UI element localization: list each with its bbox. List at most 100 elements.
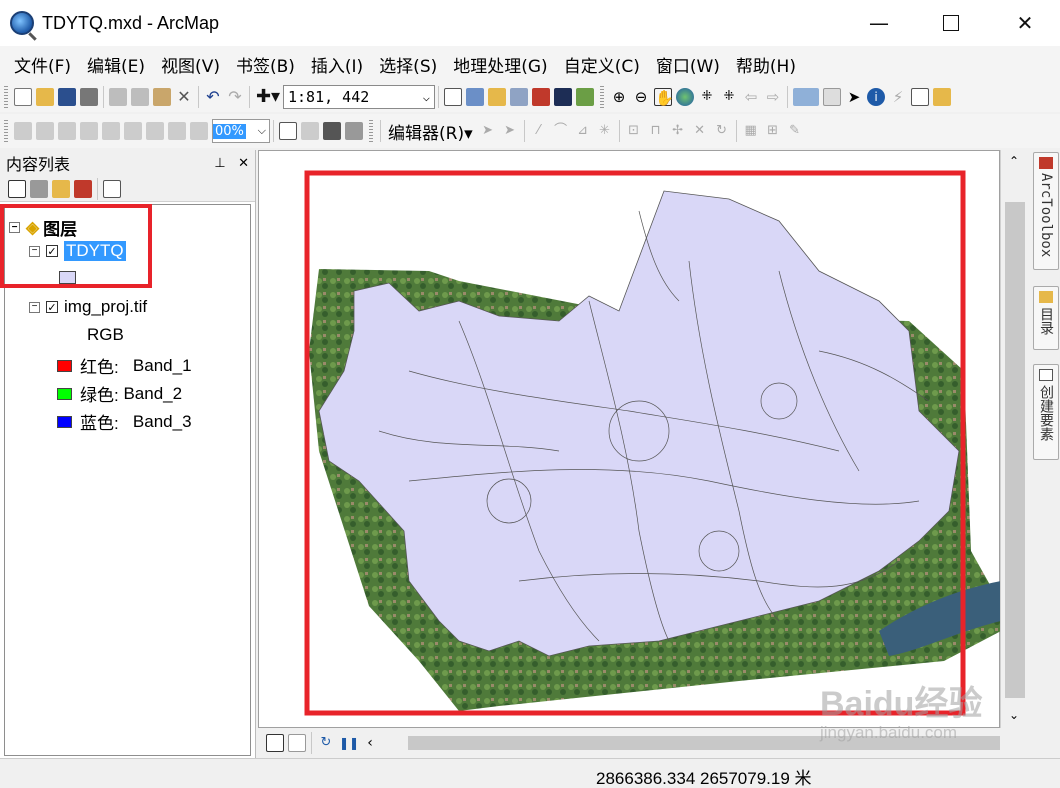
edit-tool-icon[interactable]: ➤: [479, 122, 497, 140]
select-features-icon[interactable]: [793, 88, 819, 106]
band-red-row[interactable]: 红色: Band_1: [57, 353, 192, 378]
menu-windows[interactable]: 窗口(W): [648, 52, 728, 77]
vertical-scroll-thumb[interactable]: [1005, 202, 1025, 698]
trace-icon[interactable]: ⊿: [574, 122, 592, 140]
change-layout-icon[interactable]: [323, 122, 341, 140]
split-tool-icon[interactable]: ✕: [691, 122, 709, 140]
delete-icon[interactable]: ✕: [175, 88, 193, 106]
cut-icon[interactable]: [109, 88, 127, 106]
zoom-percent-combo[interactable]: 00% ⌵: [212, 119, 270, 143]
menu-customize[interactable]: 自定义(C): [556, 52, 648, 77]
forward-arrow-icon[interactable]: ⇨: [764, 88, 782, 106]
list-by-visibility-icon[interactable]: [52, 179, 70, 198]
menu-geoprocessing[interactable]: 地理处理(G): [445, 52, 555, 77]
zoom-whole-page-icon[interactable]: [80, 122, 98, 140]
layout-zoom-out-icon[interactable]: [36, 122, 54, 140]
create-features-icon[interactable]: ✎: [786, 122, 804, 140]
list-by-selection-icon[interactable]: [74, 179, 92, 198]
scroll-down-icon[interactable]: ⌄: [1009, 708, 1019, 722]
edit-vertices-icon[interactable]: ⊡: [625, 122, 643, 140]
print-icon[interactable]: [80, 88, 98, 106]
layout-zoom-in-icon[interactable]: [14, 122, 32, 140]
menu-file[interactable]: 文件(F): [6, 52, 79, 77]
fixed-zoom-out-icon[interactable]: ⁜: [720, 88, 738, 106]
refresh-icon[interactable]: ↻: [317, 734, 335, 752]
layout-forward-icon[interactable]: [190, 122, 208, 140]
fixed-layout-zoom-in-icon[interactable]: [124, 122, 142, 140]
open-folder-icon[interactable]: [36, 88, 54, 106]
scroll-left-icon[interactable]: ‹: [361, 734, 379, 752]
map-vertical-scrollbar[interactable]: ⌃ ⌄: [1000, 150, 1028, 728]
fixed-layout-zoom-out-icon[interactable]: [146, 122, 164, 140]
sketch-properties-icon[interactable]: ⊞: [764, 122, 782, 140]
reshape-feature-icon[interactable]: ⊓: [647, 122, 665, 140]
zoom-out-icon[interactable]: ⊖: [632, 88, 650, 106]
search-window-icon[interactable]: [510, 88, 528, 106]
arctoolbox-icon[interactable]: [532, 88, 550, 106]
toolbar-grip[interactable]: [4, 86, 8, 108]
cut-polygons-icon[interactable]: ✢: [669, 122, 687, 140]
map-display[interactable]: [258, 150, 1001, 729]
scroll-up-icon[interactable]: ⌃: [1009, 154, 1019, 168]
menu-view[interactable]: 视图(V): [153, 52, 228, 77]
list-by-source-icon[interactable]: [30, 179, 48, 198]
minimize-button[interactable]: —: [856, 0, 902, 46]
fixed-zoom-in-icon[interactable]: ⁜: [698, 88, 716, 106]
layout-view-icon[interactable]: [288, 734, 306, 752]
attributes-icon[interactable]: ▦: [742, 122, 760, 140]
straight-segment-icon[interactable]: ⁄: [530, 122, 548, 140]
band-green-row[interactable]: 绿色: Band_2: [57, 381, 182, 406]
catalog-window-icon[interactable]: [488, 88, 506, 106]
data-driven-pages-icon[interactable]: [345, 122, 363, 140]
focus-data-frame-icon[interactable]: [301, 122, 319, 140]
zoom-in-icon[interactable]: ⊕: [610, 88, 628, 106]
edit-annotation-icon[interactable]: ➤: [501, 122, 519, 140]
layer-visibility-checkbox[interactable]: ✓: [46, 301, 58, 314]
menu-edit[interactable]: 编辑(E): [79, 52, 153, 77]
select-elements-arrow-icon[interactable]: ➤: [845, 88, 863, 106]
list-by-drawing-order-icon[interactable]: [8, 179, 26, 198]
toc-close-icon[interactable]: ✕: [238, 156, 249, 171]
table-of-contents-icon[interactable]: [466, 88, 484, 106]
layer-img-proj[interactable]: − ✓ img_proj.tif: [29, 297, 147, 317]
menu-bookmarks[interactable]: 书签(B): [228, 52, 303, 77]
data-view-icon[interactable]: [266, 734, 284, 752]
rotate-tool-icon[interactable]: ↻: [713, 122, 731, 140]
zoom-100-icon[interactable]: [102, 122, 120, 140]
catalog-tab[interactable]: 目录: [1033, 286, 1059, 350]
menu-help[interactable]: 帮助(H): [728, 52, 804, 77]
layout-pan-icon[interactable]: [58, 122, 76, 140]
full-extent-globe-icon[interactable]: [676, 88, 694, 106]
band-blue-row[interactable]: 蓝色: Band_3: [57, 409, 192, 434]
map-canvas[interactable]: [259, 151, 1001, 729]
menu-selection[interactable]: 选择(S): [371, 52, 445, 77]
editor-menu[interactable]: 编辑器(R)▾: [388, 119, 473, 144]
hyperlink-icon[interactable]: ⚡: [889, 88, 907, 106]
add-data-icon[interactable]: ✚▾: [255, 88, 281, 106]
new-document-icon[interactable]: [14, 88, 32, 106]
html-popup-icon[interactable]: [911, 88, 929, 106]
collapse-icon[interactable]: −: [29, 301, 40, 313]
pan-hand-icon[interactable]: ✋: [654, 88, 674, 107]
layout-back-icon[interactable]: [168, 122, 186, 140]
identify-icon[interactable]: i: [867, 88, 885, 106]
create-features-tab[interactable]: 创建要素: [1033, 364, 1059, 460]
close-button[interactable]: ✕: [1002, 0, 1048, 46]
redo-icon[interactable]: ↷: [226, 88, 244, 106]
copy-icon[interactable]: [131, 88, 149, 106]
map-scale-combo[interactable]: 1:81, 442 ⌵: [283, 85, 435, 109]
arctoolbox-tab[interactable]: ArcToolbox: [1033, 152, 1059, 270]
model-builder-icon[interactable]: [576, 88, 594, 106]
pin-icon[interactable]: ⊥: [214, 156, 225, 171]
maximize-button[interactable]: [928, 0, 974, 46]
back-arrow-icon[interactable]: ⇦: [742, 88, 760, 106]
undo-icon[interactable]: ↶: [204, 88, 222, 106]
toc-options-icon[interactable]: [103, 179, 121, 198]
menu-insert[interactable]: 插入(I): [303, 52, 371, 77]
save-icon[interactable]: [58, 88, 76, 106]
editor-toolbar-icon[interactable]: [444, 88, 462, 106]
clear-selection-icon[interactable]: [823, 88, 841, 106]
end-point-arc-icon[interactable]: ⌒: [552, 122, 570, 140]
pause-drawing-icon[interactable]: ❚❚: [339, 734, 359, 752]
paste-icon[interactable]: [153, 88, 171, 106]
